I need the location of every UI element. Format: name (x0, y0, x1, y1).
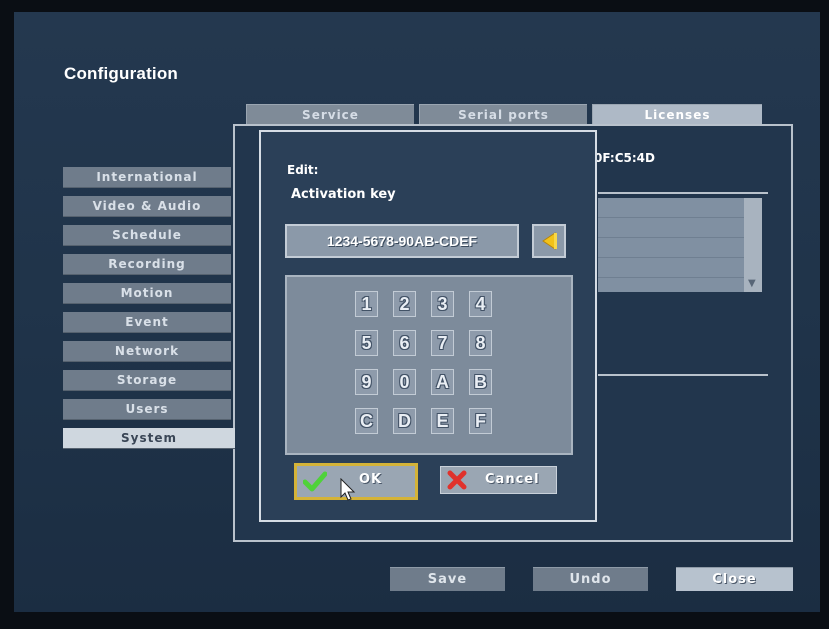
key-4[interactable]: 4 (469, 291, 492, 317)
backspace-arrow-icon (542, 232, 557, 250)
divider (598, 374, 768, 376)
keypad (285, 275, 573, 455)
menu-item-video-audio[interactable]: Video & Audio (63, 196, 231, 217)
menu-item-motion[interactable]: Motion (63, 283, 231, 304)
backspace-button[interactable] (532, 224, 566, 258)
menu-item-storage[interactable]: Storage (63, 370, 231, 391)
close-button[interactable]: Close (676, 567, 793, 591)
checkmark-icon (303, 471, 327, 492)
list-item[interactable] (598, 198, 744, 218)
key-6[interactable]: 6 (393, 330, 416, 356)
key-1[interactable]: 1 (355, 291, 378, 317)
x-icon (447, 470, 467, 490)
key-5[interactable]: 5 (355, 330, 378, 356)
key-3[interactable]: 3 (431, 291, 454, 317)
activation-key-input[interactable]: 1234-5678-90AB-CDEF (285, 224, 519, 258)
mouse-pointer-icon (340, 478, 356, 501)
menu-item-recording[interactable]: Recording (63, 254, 231, 275)
cancel-button[interactable]: Cancel (440, 466, 557, 494)
menu-item-system[interactable]: System (63, 428, 235, 449)
tab-service[interactable]: Service (246, 104, 414, 125)
key-8[interactable]: 8 (469, 330, 492, 356)
list-item[interactable] (598, 258, 744, 278)
cancel-label: Cancel (485, 472, 540, 487)
menu-item-network[interactable]: Network (63, 341, 231, 362)
menu-item-event[interactable]: Event (63, 312, 231, 333)
ok-button[interactable]: OK (294, 463, 418, 500)
field-label: Activation key (291, 187, 396, 202)
key-0[interactable]: 0 (393, 369, 416, 395)
menu-item-schedule[interactable]: Schedule (63, 225, 231, 246)
key-b[interactable]: B (469, 369, 492, 395)
list-item[interactable] (598, 218, 744, 238)
ok-label: OK (359, 472, 383, 487)
save-button[interactable]: Save (390, 567, 505, 591)
key-a[interactable]: A (431, 369, 454, 395)
tab-licenses[interactable]: Licenses (592, 104, 762, 125)
page-title: Configuration (64, 64, 179, 83)
divider (598, 192, 768, 194)
menu-item-users[interactable]: Users (63, 399, 231, 420)
mac-address-text: 0F:C5:4D (594, 151, 655, 165)
key-c[interactable]: C (355, 408, 378, 434)
key-f[interactable]: F (469, 408, 492, 434)
key-7[interactable]: 7 (431, 330, 454, 356)
scroll-down-icon[interactable]: ▼ (748, 278, 756, 289)
key-2[interactable]: 2 (393, 291, 416, 317)
license-list[interactable] (598, 198, 744, 292)
dialog-title: Edit: (287, 163, 319, 177)
undo-button[interactable]: Undo (533, 567, 648, 591)
key-9[interactable]: 9 (355, 369, 378, 395)
tab-serial-ports[interactable]: Serial ports (419, 104, 587, 125)
menu-item-international[interactable]: International (63, 167, 231, 188)
list-scrollbar[interactable]: ▼ (744, 198, 762, 292)
key-d[interactable]: D (393, 408, 416, 434)
list-item[interactable] (598, 238, 744, 258)
key-e[interactable]: E (431, 408, 454, 434)
screen-border (14, 612, 820, 629)
